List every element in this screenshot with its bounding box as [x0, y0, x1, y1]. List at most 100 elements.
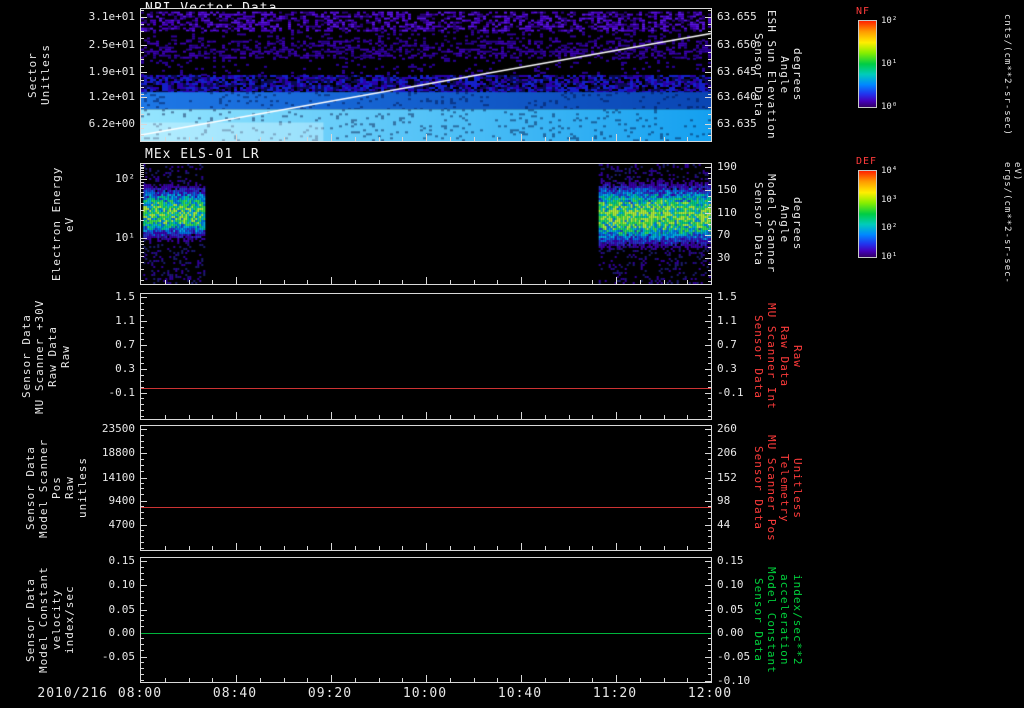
- x-tick: [544, 280, 546, 284]
- y-minor-tick: [141, 530, 144, 532]
- x-tick: [616, 412, 617, 419]
- y-minor-tick: [708, 416, 711, 418]
- x-tick: [544, 678, 546, 682]
- x-tick: [259, 678, 261, 682]
- x-tick: [568, 678, 570, 682]
- colorbar-tick-label: 10⁴: [881, 166, 898, 176]
- panel-model-constant-velocity: 0.15 0.10 0.05 0.00 -0.05 0.15 0.10 0.05 0.00 -0.…: [102, 554, 750, 687]
- y-tick-right: [705, 320, 711, 322]
- y-tick-right: [705, 452, 711, 454]
- x-tick: [497, 137, 499, 141]
- y-tick-right: [705, 212, 711, 214]
- y-minor-tick: [141, 464, 144, 466]
- y-minor-tick: [141, 440, 144, 442]
- y-minor-tick: [708, 458, 711, 460]
- x-tick: [616, 543, 617, 550]
- x-tick-label: 12:00: [687, 686, 733, 701]
- x-tick: [426, 134, 427, 141]
- x-tick: [687, 546, 689, 550]
- y-tick-label-left: -0.1: [108, 385, 136, 399]
- x-tick: [331, 277, 332, 284]
- y-tick-label-left: 4700: [108, 518, 136, 532]
- y-minor-tick: [708, 79, 711, 81]
- y-tick-label-left: 9400: [108, 494, 136, 508]
- y-tick-right: [705, 584, 711, 586]
- y-minor-tick: [708, 614, 711, 616]
- y-tick-right: [705, 258, 711, 260]
- x-tick: [354, 678, 356, 682]
- y-minor-tick: [708, 674, 711, 676]
- y-tick-left: [141, 320, 147, 322]
- y-tick-right: [705, 609, 711, 611]
- x-tick: [164, 415, 166, 419]
- x-tick: [592, 137, 594, 141]
- colorbar-tick-label: 10¹: [881, 252, 898, 262]
- y-tick-left: [141, 609, 147, 611]
- y-minor-tick: [708, 37, 711, 39]
- x-tick: [236, 543, 237, 550]
- y-minor-tick: [141, 170, 144, 172]
- x-tick: [164, 137, 166, 141]
- x-tick: [164, 678, 166, 682]
- x-tick: [236, 412, 237, 419]
- x-tick: [568, 546, 570, 550]
- y-minor-tick: [141, 93, 144, 95]
- y-tick-right: [705, 167, 711, 168]
- y-tick-label-right: 63.650: [717, 37, 757, 51]
- y-minor-tick: [708, 86, 711, 88]
- y-tick-label-right: 150: [717, 182, 737, 196]
- y-minor-tick: [708, 488, 711, 490]
- y-minor-tick: [141, 356, 144, 358]
- y-tick-label-left: 6.2e+00: [88, 117, 135, 131]
- y-minor-tick: [708, 440, 711, 442]
- y-tick-right: [705, 392, 711, 394]
- y-minor-tick: [708, 178, 711, 180]
- y-tick-label-right: 0.3: [717, 361, 737, 375]
- y-tick-right: [705, 297, 711, 298]
- x-tick: [616, 675, 617, 682]
- panel-mex-els-spectrogram: 10² 10¹ 190 150 110 70 30: [115, 160, 737, 285]
- x-tick: [426, 675, 427, 682]
- y-minor-tick: [708, 114, 711, 116]
- colorbar-def-unit-label: ergs/(cm**2-sr-sec-eV): [1002, 162, 1022, 284]
- x-tick: [426, 412, 427, 419]
- x-tick: [307, 546, 309, 550]
- x-tick: [497, 546, 499, 550]
- x-tick: [402, 137, 404, 141]
- y-minor-tick: [708, 410, 711, 412]
- y-tick-right: [705, 97, 711, 99]
- y-minor-tick: [141, 596, 144, 598]
- y-tick-label-right: 1.1: [717, 313, 737, 327]
- y-minor-tick: [141, 488, 144, 490]
- y-minor-tick: [141, 114, 144, 116]
- y-tick-label-left: 0.7: [115, 337, 135, 351]
- x-tick-label: 08:00: [117, 686, 163, 701]
- x-tick: [663, 546, 665, 550]
- x-tick: [449, 415, 451, 419]
- colorbar-nf-unit-label: cnts/(cm**2-sr-sec): [1002, 14, 1012, 136]
- y-minor-tick: [708, 314, 711, 316]
- y-tick-label-right: -0.1: [717, 385, 744, 399]
- x-tick: [663, 280, 665, 284]
- x-tick: [639, 415, 641, 419]
- x-tick: [402, 546, 404, 550]
- y-minor-tick: [141, 338, 144, 340]
- y-tick-label-right: 1.5: [717, 290, 737, 303]
- y-tick-left: [141, 560, 147, 562]
- panel3-right-axis-label: Sensor Data MU Scanner Int Raw Data Raw: [752, 303, 804, 410]
- y-minor-tick: [708, 662, 711, 664]
- y-tick-label-left: 0.00: [108, 626, 136, 640]
- panel2-right-axis-label: Sensor Data Model Scanner Angle degrees: [752, 174, 804, 274]
- y-minor-tick: [141, 458, 144, 460]
- sddas-plot-screen: NPI Vector Data MEx ELS-01 LR Sector Uni…: [0, 0, 1024, 708]
- panel5-right-axis-label: Sensor Data Model Constant acceleration …: [752, 566, 804, 674]
- y-minor-tick: [708, 58, 711, 60]
- y-minor-tick: [708, 229, 711, 231]
- x-tick: [616, 134, 617, 141]
- y-minor-tick: [708, 356, 711, 358]
- y-minor-tick: [141, 662, 144, 664]
- y-tick-left: [141, 657, 147, 659]
- y-tick-right: [705, 428, 711, 430]
- x-tick: [331, 675, 332, 682]
- x-tick: [164, 280, 166, 284]
